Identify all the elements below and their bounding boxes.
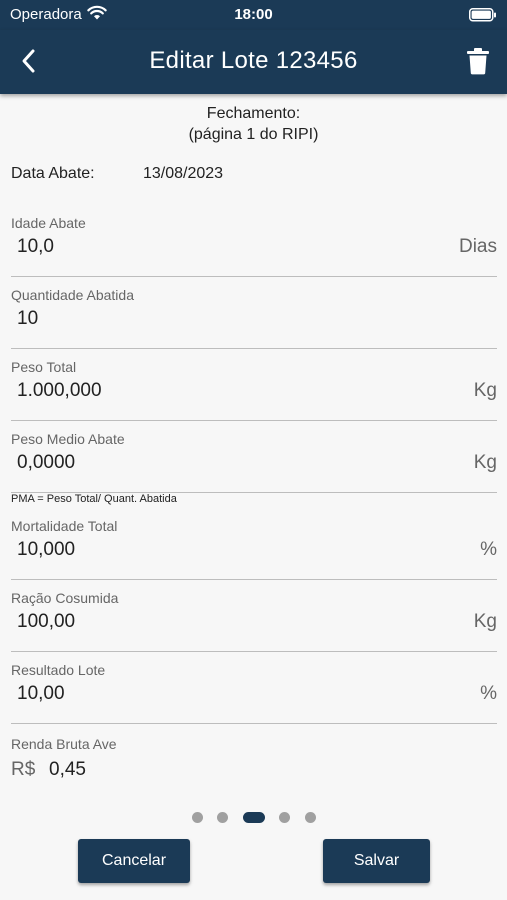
field-unit: Kg — [473, 611, 497, 632]
field-quantidade-abatida[interactable]: Quantidade Abatida 10 — [11, 287, 497, 349]
field-input[interactable]: 1.000,000 — [17, 380, 102, 402]
field-peso-total[interactable]: Peso Total 1.000,000 Kg — [11, 359, 497, 421]
field-input[interactable]: 10,0 — [17, 236, 54, 258]
pma-formula-note: PMA = Peso Total/ Quant. Abatida — [11, 493, 177, 505]
date-value[interactable]: 13/08/2023 — [143, 165, 223, 183]
section-header: Fechamento: (página 1 do RIPI) — [0, 103, 507, 145]
cancel-button[interactable]: Cancelar — [78, 839, 190, 883]
page-title: Editar Lote 123456 — [149, 47, 358, 74]
date-row[interactable]: Data Abate: 13/08/2023 — [11, 165, 223, 183]
field-racao-consumida[interactable]: Ração Cosumida 100,00 Kg — [11, 590, 497, 652]
navigation-bar: Editar Lote 123456 — [0, 30, 507, 94]
page-indicator — [0, 812, 507, 824]
field-label: Quantidade Abatida — [11, 287, 134, 303]
page-dot[interactable] — [217, 812, 228, 823]
trash-icon[interactable] — [465, 46, 491, 76]
field-idade-abate[interactable]: Idade Abate 10,0 Dias — [11, 215, 497, 277]
field-unit: Kg — [473, 452, 497, 473]
field-label: Ração Cosumida — [11, 590, 119, 606]
battery-icon — [469, 8, 497, 27]
status-time: 18:00 — [234, 6, 273, 23]
currency-symbol: R$ — [11, 759, 36, 780]
field-peso-medio-abate[interactable]: Peso Medio Abate 0,0000 Kg — [11, 431, 497, 493]
renda-label: Renda Bruta Ave — [11, 736, 117, 752]
status-bar: Operadora 18:00 — [0, 0, 507, 30]
section-title: Fechamento: — [206, 105, 301, 122]
field-unit: Kg — [473, 380, 497, 401]
field-input[interactable]: 10,00 — [17, 683, 65, 705]
renda-bruta-ave: Renda Bruta Ave R$ 0,45 — [11, 736, 497, 780]
field-input[interactable]: 0,0000 — [17, 452, 75, 474]
page-dot[interactable] — [192, 812, 203, 823]
field-input[interactable]: 10 — [17, 308, 38, 330]
field-label: Resultado Lote — [11, 662, 106, 678]
page-dot[interactable] — [279, 812, 290, 823]
date-label: Data Abate: — [11, 165, 95, 182]
field-mortalidade-total[interactable]: Mortalidade Total 10,000 % — [11, 518, 497, 580]
save-button[interactable]: Salvar — [323, 839, 430, 883]
page-dot[interactable] — [305, 812, 316, 823]
field-input[interactable]: 10,000 — [17, 539, 75, 561]
field-unit: % — [480, 683, 497, 704]
field-label: Peso Medio Abate — [11, 431, 125, 447]
field-label: Peso Total — [11, 359, 77, 375]
field-input[interactable]: 100,00 — [17, 611, 75, 633]
field-unit: Dias — [458, 236, 497, 257]
field-resultado-lote[interactable]: Resultado Lote 10,00 % — [11, 662, 497, 724]
field-label: Mortalidade Total — [11, 518, 118, 534]
section-subtitle: (página 1 do RIPI) — [188, 126, 319, 143]
page-dot-active[interactable] — [243, 812, 265, 823]
field-unit: % — [480, 539, 497, 560]
field-label: Idade Abate — [11, 215, 86, 231]
renda-value: 0,45 — [49, 759, 86, 780]
